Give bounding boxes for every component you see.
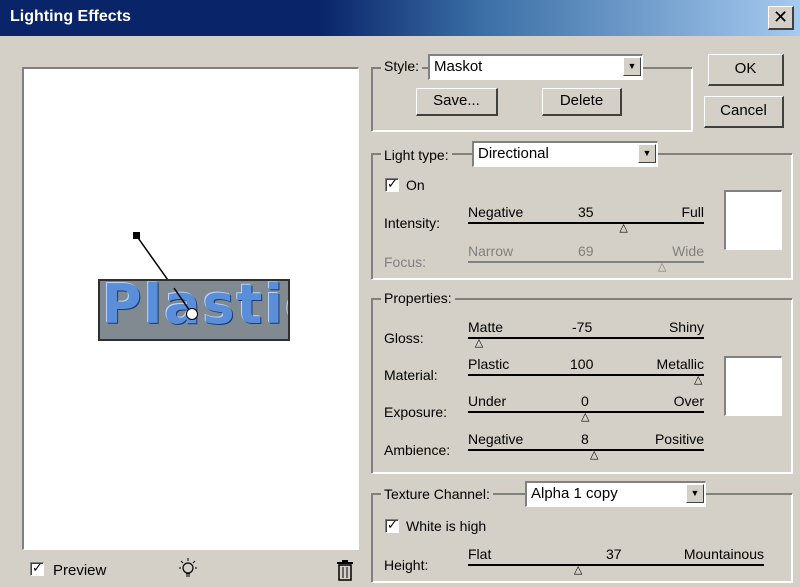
style-value: Maskot: [434, 58, 483, 75]
gloss-high-label: Shiny: [668, 319, 704, 335]
exposure-high-label: Over: [673, 393, 704, 409]
height-label: Height:: [384, 557, 429, 573]
ok-button[interactable]: OK: [708, 54, 784, 86]
style-label: Style:: [381, 58, 423, 74]
gloss-thumb[interactable]: △: [475, 338, 483, 349]
close-icon: ✕: [772, 7, 789, 27]
material-slider[interactable]: Plastic 100 Metallic △: [468, 356, 704, 386]
gloss-label: Gloss:: [384, 330, 424, 346]
delete-button[interactable]: Delete: [542, 88, 622, 116]
height-low-label: Flat: [468, 546, 492, 562]
material-thumb[interactable]: △: [694, 375, 702, 386]
trash-icon[interactable]: [335, 559, 355, 586]
material-low-label: Plastic: [468, 356, 510, 372]
intensity-high-label: Full: [681, 204, 704, 220]
white-is-high-checkbox[interactable]: [385, 517, 399, 533]
focus-track: [468, 261, 704, 263]
focus-slider: Narrow 69 Wide △: [468, 243, 704, 273]
light-center-handle[interactable]: [186, 308, 198, 320]
exposure-value: 0: [581, 393, 589, 409]
material-high-label: Metallic: [656, 356, 704, 372]
light-on-checkbox[interactable]: [385, 176, 399, 192]
material-value: 100: [570, 356, 594, 372]
material-label: Material:: [384, 367, 438, 383]
gloss-slider[interactable]: Matte -75 Shiny △: [468, 319, 704, 349]
white-is-high-label: White is high: [406, 518, 487, 534]
window-title: Lighting Effects: [10, 8, 131, 25]
exposure-thumb[interactable]: △: [581, 412, 589, 423]
chevron-down-icon: ▼: [686, 484, 704, 503]
material-track: [468, 374, 704, 376]
focus-thumb: △: [657, 261, 667, 273]
height-high-label: Mountainous: [683, 546, 764, 562]
focus-label: Focus:: [384, 254, 427, 270]
exposure-low-label: Under: [468, 393, 507, 409]
light-on-label: On: [406, 177, 425, 193]
light-type-select[interactable]: Directional ▼: [472, 141, 658, 167]
exposure-slider[interactable]: Under 0 Over △: [468, 393, 704, 423]
focus-high-label: Wide: [672, 243, 704, 259]
gloss-low-label: Matte: [468, 319, 504, 335]
ambience-high-label: Positive: [654, 431, 704, 447]
ambience-value: 8: [581, 431, 589, 447]
texture-channel-value: Alpha 1 copy: [531, 485, 618, 502]
focus-value: 69: [578, 243, 594, 259]
ambient-color-swatch[interactable]: [724, 356, 782, 416]
preview-checkbox[interactable]: [30, 560, 44, 576]
style-select[interactable]: Maskot ▼: [428, 54, 643, 80]
exposure-label: Exposure:: [384, 404, 448, 420]
intensity-label: Intensity:: [384, 215, 441, 231]
height-value: 37: [606, 546, 622, 562]
properties-label: Properties:: [381, 290, 455, 306]
ambience-slider[interactable]: Negative 8 Positive △: [468, 431, 704, 461]
new-light-bulb-icon[interactable]: [176, 557, 200, 587]
ambience-thumb[interactable]: △: [590, 450, 598, 461]
height-slider[interactable]: Flat 37 Mountainous △: [468, 546, 764, 576]
light-type-label: Light type:: [381, 147, 452, 163]
texture-channel-label: Texture Channel:: [381, 486, 493, 502]
height-track: [468, 564, 764, 566]
chevron-down-icon: ▼: [623, 57, 641, 76]
height-thumb[interactable]: △: [574, 565, 582, 576]
close-button[interactable]: ✕: [768, 6, 794, 30]
intensity-thumb[interactable]: △: [619, 223, 627, 234]
preview-canvas[interactable]: Plastic: [22, 67, 359, 550]
intensity-low-label: Negative: [468, 204, 524, 220]
light-focus-handle[interactable]: [133, 232, 140, 239]
cancel-button[interactable]: Cancel: [704, 96, 784, 128]
preview-label: Preview: [53, 562, 107, 579]
focus-low-label: Narrow: [468, 243, 514, 259]
texture-channel-select[interactable]: Alpha 1 copy ▼: [525, 481, 706, 507]
ambience-low-label: Negative: [468, 431, 524, 447]
gloss-track: [468, 337, 704, 339]
light-color-swatch[interactable]: [724, 190, 782, 250]
ambience-track: [468, 449, 704, 451]
save-button[interactable]: Save...: [416, 88, 498, 116]
gloss-value: -75: [572, 319, 593, 335]
intensity-value: 35: [578, 204, 594, 220]
ambience-label: Ambience:: [384, 442, 451, 458]
chevron-down-icon: ▼: [638, 144, 656, 163]
intensity-track: [468, 222, 704, 224]
intensity-slider[interactable]: Negative 35 Full △: [468, 204, 704, 234]
title-bar: Lighting Effects ✕: [0, 0, 800, 36]
light-type-value: Directional: [478, 145, 549, 162]
